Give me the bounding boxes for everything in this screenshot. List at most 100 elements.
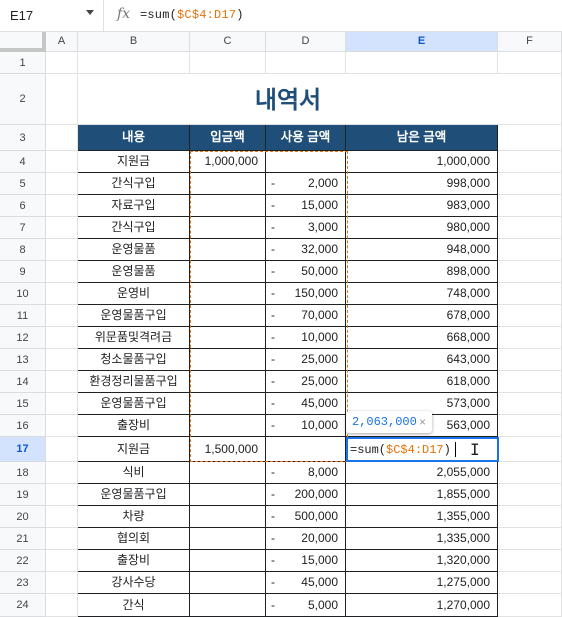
item-cell[interactable]: 위문품및격려금 (78, 327, 190, 349)
item-cell[interactable]: 간식구입 (78, 173, 190, 195)
grid-cell[interactable] (498, 151, 562, 173)
chevron-down-icon[interactable] (86, 10, 94, 15)
deposit-cell[interactable] (190, 327, 266, 349)
grid-cell[interactable] (46, 74, 78, 125)
row-header-9[interactable]: 9 (0, 261, 46, 283)
grid-cell[interactable] (46, 371, 78, 393)
deposit-cell[interactable] (190, 415, 266, 437)
grid-cell[interactable] (46, 239, 78, 261)
item-cell[interactable]: 식비 (78, 462, 190, 484)
spent-cell[interactable]: - 25,000 (266, 349, 346, 371)
grid-cell[interactable] (46, 349, 78, 371)
spent-cell[interactable]: - 2,000 (266, 173, 346, 195)
column-header-d[interactable]: D (266, 32, 346, 52)
grid-cell[interactable] (498, 125, 562, 151)
row-header-19[interactable]: 19 (0, 484, 46, 506)
item-cell[interactable]: 지원금 (78, 151, 190, 173)
row-header-24[interactable]: 24 (0, 594, 46, 617)
grid-cell[interactable] (46, 151, 78, 173)
grid-cell[interactable] (46, 572, 78, 594)
grid-cell[interactable] (498, 437, 562, 462)
row-header-13[interactable]: 13 (0, 349, 46, 371)
grid-cell[interactable] (46, 437, 78, 462)
deposit-cell[interactable]: 1,500,000 (190, 437, 266, 462)
item-cell[interactable]: 운영물품구입 (78, 484, 190, 506)
column-header-f[interactable]: F (498, 32, 562, 52)
grid-cell[interactable] (498, 484, 562, 506)
deposit-cell[interactable] (190, 572, 266, 594)
row-header-23[interactable]: 23 (0, 572, 46, 594)
deposit-cell[interactable] (190, 239, 266, 261)
deposit-cell[interactable] (190, 393, 266, 415)
row-header-11[interactable]: 11 (0, 305, 46, 327)
grid-cell[interactable] (498, 52, 562, 74)
row-header-22[interactable]: 22 (0, 550, 46, 572)
spent-cell[interactable]: - 200,000 (266, 484, 346, 506)
grid-cell[interactable] (190, 52, 266, 74)
row-header-12[interactable]: 12 (0, 327, 46, 349)
column-header-b[interactable]: B (78, 32, 190, 52)
name-box[interactable]: E17 (0, 0, 104, 31)
row-header-10[interactable]: 10 (0, 283, 46, 305)
close-icon[interactable]: × (419, 411, 426, 433)
balance-cell[interactable]: 1,000,000 (346, 151, 498, 173)
row-header-16[interactable]: 16 (0, 415, 46, 437)
formula-input[interactable]: =sum($C$4:D17) (140, 8, 244, 22)
spent-cell[interactable]: - 15,000 (266, 195, 346, 217)
grid-cell[interactable] (46, 217, 78, 239)
balance-cell[interactable]: 948,000 (346, 239, 498, 261)
row-header-20[interactable]: 20 (0, 506, 46, 528)
grid-cell[interactable] (498, 462, 562, 484)
grid-cell[interactable] (46, 393, 78, 415)
row-header-3[interactable]: 3 (0, 125, 46, 151)
grid-cell[interactable] (498, 217, 562, 239)
grid-cell[interactable] (46, 506, 78, 528)
grid-cell[interactable] (46, 283, 78, 305)
deposit-cell[interactable] (190, 195, 266, 217)
grid-cell[interactable] (46, 484, 78, 506)
row-header-17[interactable]: 17 (0, 437, 46, 462)
spent-cell[interactable]: - 20,000 (266, 528, 346, 550)
deposit-cell[interactable] (190, 528, 266, 550)
deposit-cell[interactable]: 1,000,000 (190, 151, 266, 173)
row-header-7[interactable]: 7 (0, 217, 46, 239)
spent-cell[interactable] (266, 151, 346, 173)
balance-cell[interactable]: 998,000 (346, 173, 498, 195)
grid-cell[interactable] (498, 349, 562, 371)
grid-cell[interactable] (46, 52, 78, 74)
grid-cell[interactable] (498, 550, 562, 572)
item-cell[interactable]: 청소물품구입 (78, 349, 190, 371)
row-header-18[interactable]: 18 (0, 462, 46, 484)
grid-cell[interactable] (46, 594, 78, 617)
balance-cell[interactable]: 1,855,000 (346, 484, 498, 506)
grid-cell[interactable] (498, 173, 562, 195)
balance-cell[interactable]: 668,000 (346, 327, 498, 349)
row-header-21[interactable]: 21 (0, 528, 46, 550)
deposit-cell[interactable] (190, 349, 266, 371)
balance-cell[interactable]: 980,000 (346, 217, 498, 239)
balance-cell[interactable]: 618,000 (346, 371, 498, 393)
deposit-cell[interactable] (190, 261, 266, 283)
grid-cell[interactable] (78, 52, 190, 74)
grid-cell[interactable] (46, 173, 78, 195)
balance-cell[interactable]: 983,000 (346, 195, 498, 217)
item-cell[interactable]: 운영물품 (78, 261, 190, 283)
grid-cell[interactable] (46, 195, 78, 217)
grid-cell[interactable] (498, 239, 562, 261)
row-header-8[interactable]: 8 (0, 239, 46, 261)
item-cell[interactable]: 간식 (78, 594, 190, 617)
spent-cell[interactable]: - 25,000 (266, 371, 346, 393)
grid-cell[interactable] (498, 594, 562, 617)
row-header-4[interactable]: 4 (0, 151, 46, 173)
spent-cell[interactable]: - 10,000 (266, 415, 346, 437)
deposit-cell[interactable] (190, 305, 266, 327)
row-header-2[interactable]: 2 (0, 74, 46, 125)
deposit-cell[interactable] (190, 506, 266, 528)
spent-cell[interactable]: - 15,000 (266, 550, 346, 572)
item-cell[interactable]: 운영물품 (78, 239, 190, 261)
deposit-cell[interactable] (190, 283, 266, 305)
grid-cell[interactable] (498, 393, 562, 415)
spent-cell[interactable]: - 3,000 (266, 217, 346, 239)
item-cell[interactable]: 출장비 (78, 415, 190, 437)
deposit-cell[interactable] (190, 462, 266, 484)
